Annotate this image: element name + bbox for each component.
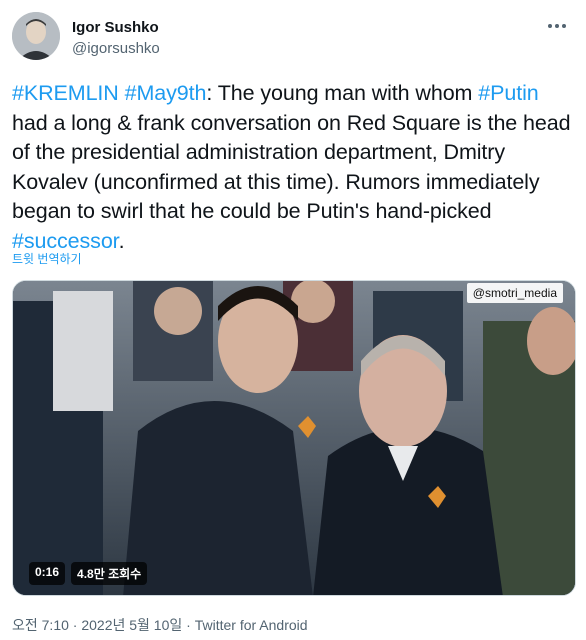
avatar-photo-icon <box>12 12 60 60</box>
video-duration: 0:16 <box>29 562 66 585</box>
hashtag-link[interactable]: #May9th <box>125 81 207 105</box>
author-handle[interactable]: @igorsushko <box>72 40 160 57</box>
meta-separator: · <box>182 617 195 633</box>
video-player[interactable]: @smotri_media 0:16 4.8만 조회수 <box>12 280 576 596</box>
tweet-text-segment: had a long & frank conversation on Red S… <box>12 110 571 224</box>
tweet-header: Igor Sushko @igorsushko <box>12 12 574 62</box>
video-view-count: 4.8만 조회수 <box>71 562 148 585</box>
author-display-name[interactable]: Igor Sushko <box>72 19 159 36</box>
tweet-text: #KREMLIN #May9th: The young man with who… <box>12 79 578 256</box>
translate-tweet-link[interactable]: 트윗 번역하기 <box>12 250 82 267</box>
hashtag-link[interactable]: #KREMLIN <box>12 81 119 105</box>
more-dots-icon[interactable] <box>542 14 572 38</box>
hashtag-link[interactable]: #successor <box>12 229 119 253</box>
tweet-text-segment: : The young man with whom <box>206 81 479 105</box>
tweet-source[interactable]: Twitter for Android <box>195 617 308 633</box>
tweet-text-segment: . <box>118 228 125 253</box>
hashtag-link[interactable]: #Putin <box>478 81 538 105</box>
tweet-meta: 오전 7:10 · 2022년 5월 10일 · Twitter for And… <box>12 615 308 635</box>
video-overlay: 0:16 4.8만 조회수 <box>29 562 148 585</box>
tweet-timestamp[interactable]: 오전 7:10 · 2022년 5월 10일 <box>12 617 182 633</box>
avatar[interactable] <box>12 12 60 60</box>
video-frame <box>13 281 575 595</box>
video-watermark: @smotri_media <box>466 283 563 303</box>
